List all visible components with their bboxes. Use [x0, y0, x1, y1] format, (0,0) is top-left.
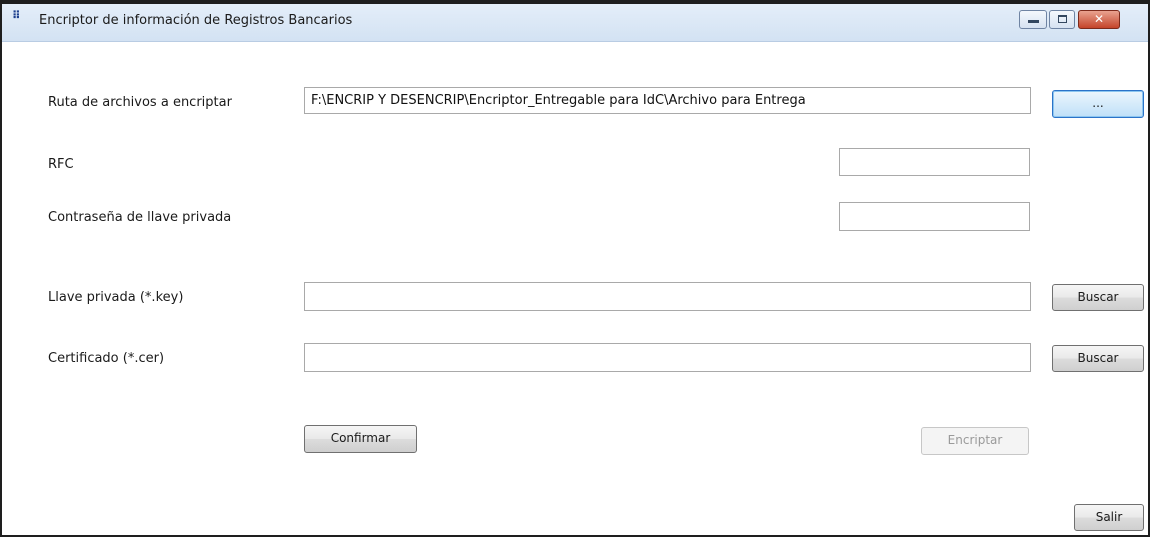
- close-button[interactable]: ✕: [1078, 10, 1120, 29]
- password-label: Contraseña de llave privada: [48, 210, 232, 225]
- minimize-icon: [1028, 20, 1039, 23]
- app-window: ⠿ Encriptor de información de Registros …: [0, 0, 1150, 537]
- certificado-input[interactable]: [304, 343, 1031, 372]
- password-input[interactable]: [839, 202, 1030, 231]
- buscar-llave-button[interactable]: Buscar: [1052, 284, 1144, 311]
- salir-button[interactable]: Salir: [1074, 504, 1144, 531]
- ruta-input[interactable]: F:\ENCRIP Y DESENCRIP\Encriptor_Entregab…: [304, 87, 1031, 114]
- maximize-icon: [1058, 15, 1067, 23]
- window-title: Encriptor de información de Registros Ba…: [39, 13, 353, 28]
- rfc-label: RFC: [48, 157, 74, 172]
- browse-folder-button[interactable]: ...: [1052, 90, 1144, 118]
- llave-input[interactable]: [304, 282, 1031, 311]
- buscar-certificado-button[interactable]: Buscar: [1052, 345, 1144, 372]
- confirmar-button[interactable]: Confirmar: [304, 425, 417, 453]
- maximize-button[interactable]: [1049, 10, 1075, 29]
- app-icon: ⠿: [12, 9, 21, 22]
- minimize-button[interactable]: [1019, 10, 1047, 29]
- ruta-label: Ruta de archivos a encriptar: [48, 95, 232, 110]
- certificado-label: Certificado (*.cer): [48, 351, 165, 366]
- encriptar-button[interactable]: Encriptar: [921, 427, 1029, 455]
- close-icon: ✕: [1093, 12, 1105, 26]
- rfc-input[interactable]: [839, 148, 1030, 176]
- llave-label: Llave privada (*.key): [48, 290, 184, 305]
- title-bar[interactable]: ⠿ Encriptor de información de Registros …: [2, 4, 1148, 42]
